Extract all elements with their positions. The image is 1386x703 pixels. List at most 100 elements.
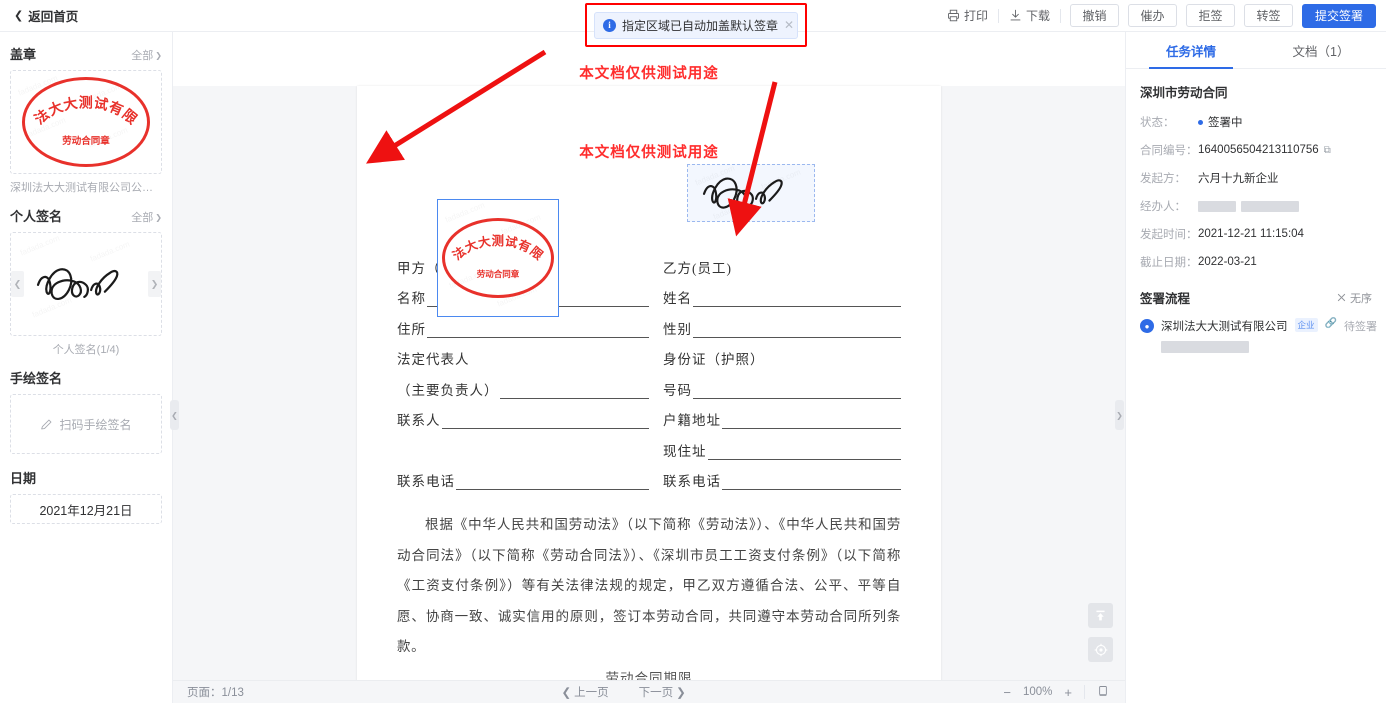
locate-button[interactable] (1088, 637, 1113, 662)
form-line (398, 445, 649, 460)
field-handler: 经办人： (1140, 198, 1372, 214)
pencil-icon (41, 419, 52, 429)
panel-tabs: 任务详情 文档（1） (1126, 32, 1386, 69)
date-stamp-item[interactable]: 2021年12月21日 (10, 494, 162, 524)
contract-title: 深圳市劳动合同 (1140, 86, 1228, 100)
signature-view-all-button[interactable]: 全部 ❯ (131, 209, 162, 225)
field-label: 发起方： (1140, 173, 1186, 185)
form-label: 甲方（ (397, 260, 441, 276)
document-page[interactable]: 本文档仅供测试用途 甲方（ 名称 住所 法定代表人 （主要负责人） 联系人 联系… (357, 86, 941, 703)
document-content: 本文档仅供测试用途 甲方（ 名称 住所 法定代表人 （主要负责人） 联系人 联系… (357, 86, 941, 703)
party-b-column: 乙方(员工) 姓名 性别 身份证（护照） 号码 户籍地址 现住址 联系电话 (649, 246, 901, 490)
field-label: 经办人： (1140, 201, 1186, 213)
field-value: 六月十九新企业 (1198, 173, 1279, 185)
seal-arc-text: 深圳法大大测试有限公司 (27, 86, 140, 128)
next-page-label: 下一页 (638, 687, 674, 699)
form-label: 姓名 (663, 291, 692, 306)
form-row: 户籍地址 (663, 399, 901, 429)
page-indicator: 页面：1/13 (187, 684, 244, 700)
printer-icon (947, 9, 959, 22)
flow-signer-row[interactable]: ● 深圳法大大测试有限公司 企业 🔗 待签署 (1140, 318, 1377, 334)
form-line (707, 445, 901, 460)
signature-section-title: 个人签名 (10, 209, 63, 224)
signature-strokes (36, 268, 119, 300)
form-row: 身份证（护照） (663, 338, 901, 369)
redacted-block (1161, 341, 1249, 353)
seal-caption: 深圳法大大测试有限公司公章(1/1) (10, 182, 162, 194)
submit-sign-button[interactable]: 提交签署 (1302, 3, 1376, 28)
seal-view-all-button[interactable]: 全部 ❯ (131, 47, 162, 63)
signature-caption: 个人签名(1/4) (52, 344, 120, 356)
form-line (722, 475, 901, 490)
back-home-label: 返回首页 (28, 10, 79, 24)
contract-number: 1640056504213110756 (1198, 144, 1319, 156)
svg-text:深圳法大大测试有限公司: 深圳法大大测试有限公司 (446, 225, 547, 263)
flow-title: 签署流程 (1140, 292, 1191, 306)
document-viewer[interactable]: 本文档仅供测试用途 甲方（ 名称 住所 法定代表人 （主要负责人） 联系人 联系… (173, 32, 1125, 703)
right-panel-collapse-handle[interactable]: ❯ (1115, 400, 1124, 430)
left-panel-collapse-handle[interactable]: ❮ (170, 400, 179, 430)
placed-signature-widget[interactable]: fadada.com fadada.com fadada.com (687, 163, 815, 222)
seal-section-header: 盖章 全部 ❯ (10, 44, 162, 63)
print-label: 打印 (963, 9, 988, 23)
seal-sub-text: 劳动合同章 (62, 136, 110, 147)
svg-text:深圳法大大测试有限公司: 深圳法大大测试有限公司 (27, 86, 140, 128)
back-home-button[interactable]: ❮ 返回首页 (14, 6, 78, 25)
document-watermark-1: 本文档仅供测试用途 (579, 66, 719, 82)
form-row: 联系电话 (663, 460, 901, 490)
field-value: 2022-03-21 (1198, 256, 1257, 268)
field-label: 状态： (1140, 117, 1175, 129)
right-panel: 任务详情 文档（1） 深圳市劳动合同 状态： 签署中 合同编号： 1640056… (1125, 32, 1386, 703)
seal-arc-text: 深圳法大大测试有限公司 (446, 225, 547, 263)
company-avatar-icon: ● (1140, 319, 1154, 333)
download-label: 下载 (1025, 9, 1050, 23)
personal-signature-card[interactable]: fadada.com fadada.com fadada.com ❮ ❯ (10, 232, 162, 336)
field-initiator: 发起方： 六月十九新企业 (1140, 170, 1372, 186)
reject-button[interactable]: 拒签 (1186, 4, 1235, 27)
form-line (693, 292, 901, 307)
urge-button[interactable]: 催办 (1128, 4, 1177, 27)
copy-icon[interactable]: ⧉ (1324, 145, 1331, 156)
contract-paragraph: 根据《中华人民共和国劳动法》（以下简称《劳动法》）、《中华人民共和国劳动合同法》… (397, 517, 901, 654)
signature-prev-button[interactable]: ❮ (11, 271, 24, 297)
tab-documents[interactable]: 文档（1） (1256, 32, 1386, 68)
viewer-bottom-bar: 页面：1/13 ❮ 上一页 下一页 ❯ − 100% + (173, 680, 1125, 703)
prev-page-label: 上一页 (574, 687, 609, 699)
signer-contact-redacted (1161, 340, 1372, 358)
notification-highlight: i 指定区域已自动加盖默认签章 ✕ (585, 3, 807, 47)
form-label: 法定代表人 (397, 352, 470, 367)
prev-page-button[interactable]: ❮ 上一页 (562, 684, 609, 700)
seal-section-title: 盖章 (10, 47, 37, 62)
link-icon[interactable]: 🔗 (1325, 318, 1337, 329)
hand-signature-title: 手绘签名 (10, 371, 63, 386)
chevron-left-icon: ❮ (561, 687, 572, 699)
signature-next-button[interactable]: ❯ (148, 271, 161, 297)
document-watermark-2: 本文档仅供测试用途 (579, 145, 719, 161)
scan-hand-signature-label: 扫码手绘签名 (59, 417, 132, 432)
notification-text: 指定区域已自动加盖默认签章 (622, 18, 779, 33)
form-label: 现住址 (663, 443, 707, 459)
next-page-button[interactable]: 下一页 ❯ (639, 684, 686, 700)
transfer-button[interactable]: 转签 (1244, 4, 1293, 27)
scroll-to-top-button[interactable] (1088, 603, 1113, 628)
info-icon: i (603, 18, 616, 32)
download-button[interactable]: 下载 (999, 7, 1060, 24)
revoke-button[interactable]: 撤销 (1070, 4, 1119, 27)
tab-task-detail[interactable]: 任务详情 (1126, 32, 1256, 69)
form-row: 号码 (663, 368, 901, 399)
zoom-out-button[interactable]: − (1003, 685, 1011, 700)
scan-hand-signature-button[interactable]: 扫码手绘签名 (10, 394, 162, 454)
zoom-in-button[interactable]: + (1064, 685, 1072, 700)
field-contract-no: 合同编号： 1640056504213110756 ⧉ (1140, 142, 1372, 158)
status-dot-icon (1198, 119, 1203, 125)
fit-page-button[interactable] (1097, 685, 1109, 700)
close-icon[interactable]: ✕ (784, 19, 794, 31)
field-label: 截止日期： (1140, 257, 1198, 269)
form-label: 户籍地址 (663, 413, 721, 428)
print-button[interactable]: 打印 (937, 7, 998, 24)
form-label: 性别 (663, 321, 692, 337)
scroll-to-top-icon (1096, 610, 1105, 621)
form-line (499, 384, 649, 399)
seal-card[interactable]: fadada.com fadada.com fadada.com fadada.… (10, 70, 162, 174)
placed-seal-widget[interactable]: fadada.com fadada.com fadada.com fadada.… (437, 199, 559, 317)
